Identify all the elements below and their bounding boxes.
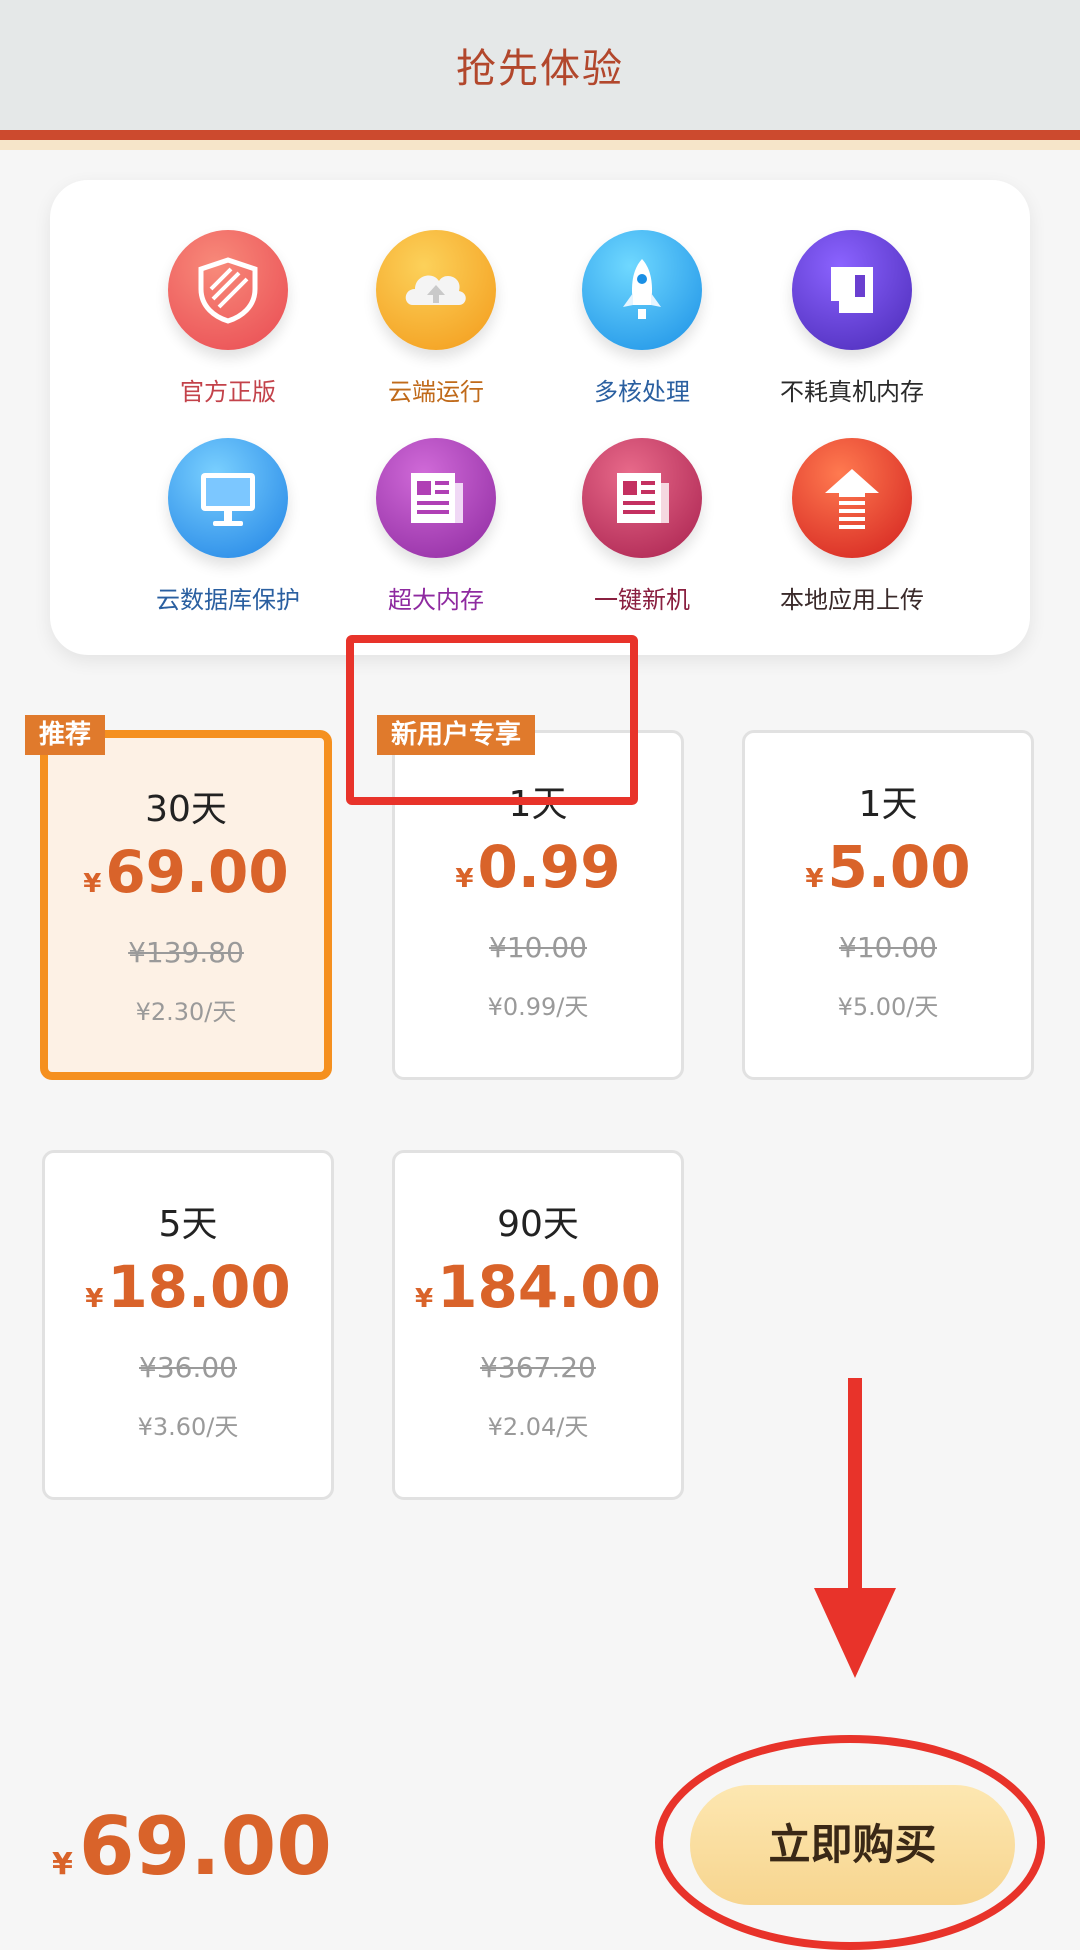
feature-local-upload: 本地应用上传 [747,438,957,628]
monitor-icon [168,438,288,558]
feature-memory: 不耗真机内存 [747,230,957,420]
feature-large-memory: 超大内存 [331,438,541,628]
plan-price: ¥0.99 [455,833,621,901]
plan-price: ¥18.00 [85,1253,291,1321]
feature-label: 本地应用上传 [780,586,924,614]
plan-card-30days[interactable]: 30天 ¥69.00 ¥139.80 ¥2.30/天 [40,730,332,1080]
feature-cloud: 云端运行 [331,230,541,420]
plan-duration: 1天 [858,784,918,825]
plan-price: ¥69.00 [83,838,289,906]
upload-arrow-icon [792,438,912,558]
feature-official: 官方正版 [123,230,333,420]
feature-label: 官方正版 [180,378,276,406]
feature-label: 超大内存 [388,586,484,614]
plan-original-price: ¥36.00 [139,1351,237,1384]
feature-label: 云数据库保护 [156,586,300,614]
plan-daily-price: ¥2.30/天 [135,998,237,1026]
feature-database: 云数据库保护 [123,438,333,628]
plan-daily-price: ¥0.99/天 [487,993,589,1021]
feature-label: 多核处理 [594,378,690,406]
plan-original-price: ¥367.20 [480,1351,596,1384]
header-divider [0,130,1080,140]
feature-label: 一键新机 [594,586,690,614]
cloud-upload-icon [376,230,496,350]
plan-duration: 90天 [497,1204,579,1245]
features-card: 官方正版 云端运行 多核处理 不耗真机内存 云数据库保护 超大内存 一键新机 本… [50,180,1030,655]
rocket-icon [582,230,702,350]
plan-daily-price: ¥2.04/天 [487,1413,589,1441]
plan-original-price: ¥10.00 [839,931,937,964]
recommended-tag: 推荐 [25,715,106,755]
memory-card-icon [792,230,912,350]
plan-card-5days[interactable]: 5天 ¥18.00 ¥36.00 ¥3.60/天 [42,1150,334,1500]
header-divider-light [0,140,1080,150]
annotation-arrow-icon [814,1378,896,1678]
feature-label: 云端运行 [388,378,484,406]
plan-price: ¥184.00 [415,1253,661,1321]
feature-one-click-new: 一键新机 [537,438,747,628]
plan-duration: 5天 [158,1204,218,1245]
plan-daily-price: ¥5.00/天 [837,993,939,1021]
annotation-highlight-box [346,635,638,805]
plan-original-price: ¥139.80 [128,936,244,969]
annotation-highlight-ellipse [655,1735,1045,1950]
plan-price: ¥5.00 [805,833,971,901]
shield-icon [168,230,288,350]
feature-label: 不耗真机内存 [780,378,924,406]
page-title: 抢先体验 [456,46,624,92]
total-price: ¥69.00 [52,1800,332,1893]
newspaper-icon [582,438,702,558]
plan-original-price: ¥10.00 [489,931,587,964]
plan-daily-price: ¥3.60/天 [137,1413,239,1441]
plan-duration: 30天 [145,789,227,830]
plan-card-1day[interactable]: 1天 ¥5.00 ¥10.00 ¥5.00/天 [742,730,1034,1080]
header-bar: 抢先体验 [0,0,1080,130]
plan-card-90days[interactable]: 90天 ¥184.00 ¥367.20 ¥2.04/天 [392,1150,684,1500]
feature-multicore: 多核处理 [537,230,747,420]
newspaper-icon [376,438,496,558]
